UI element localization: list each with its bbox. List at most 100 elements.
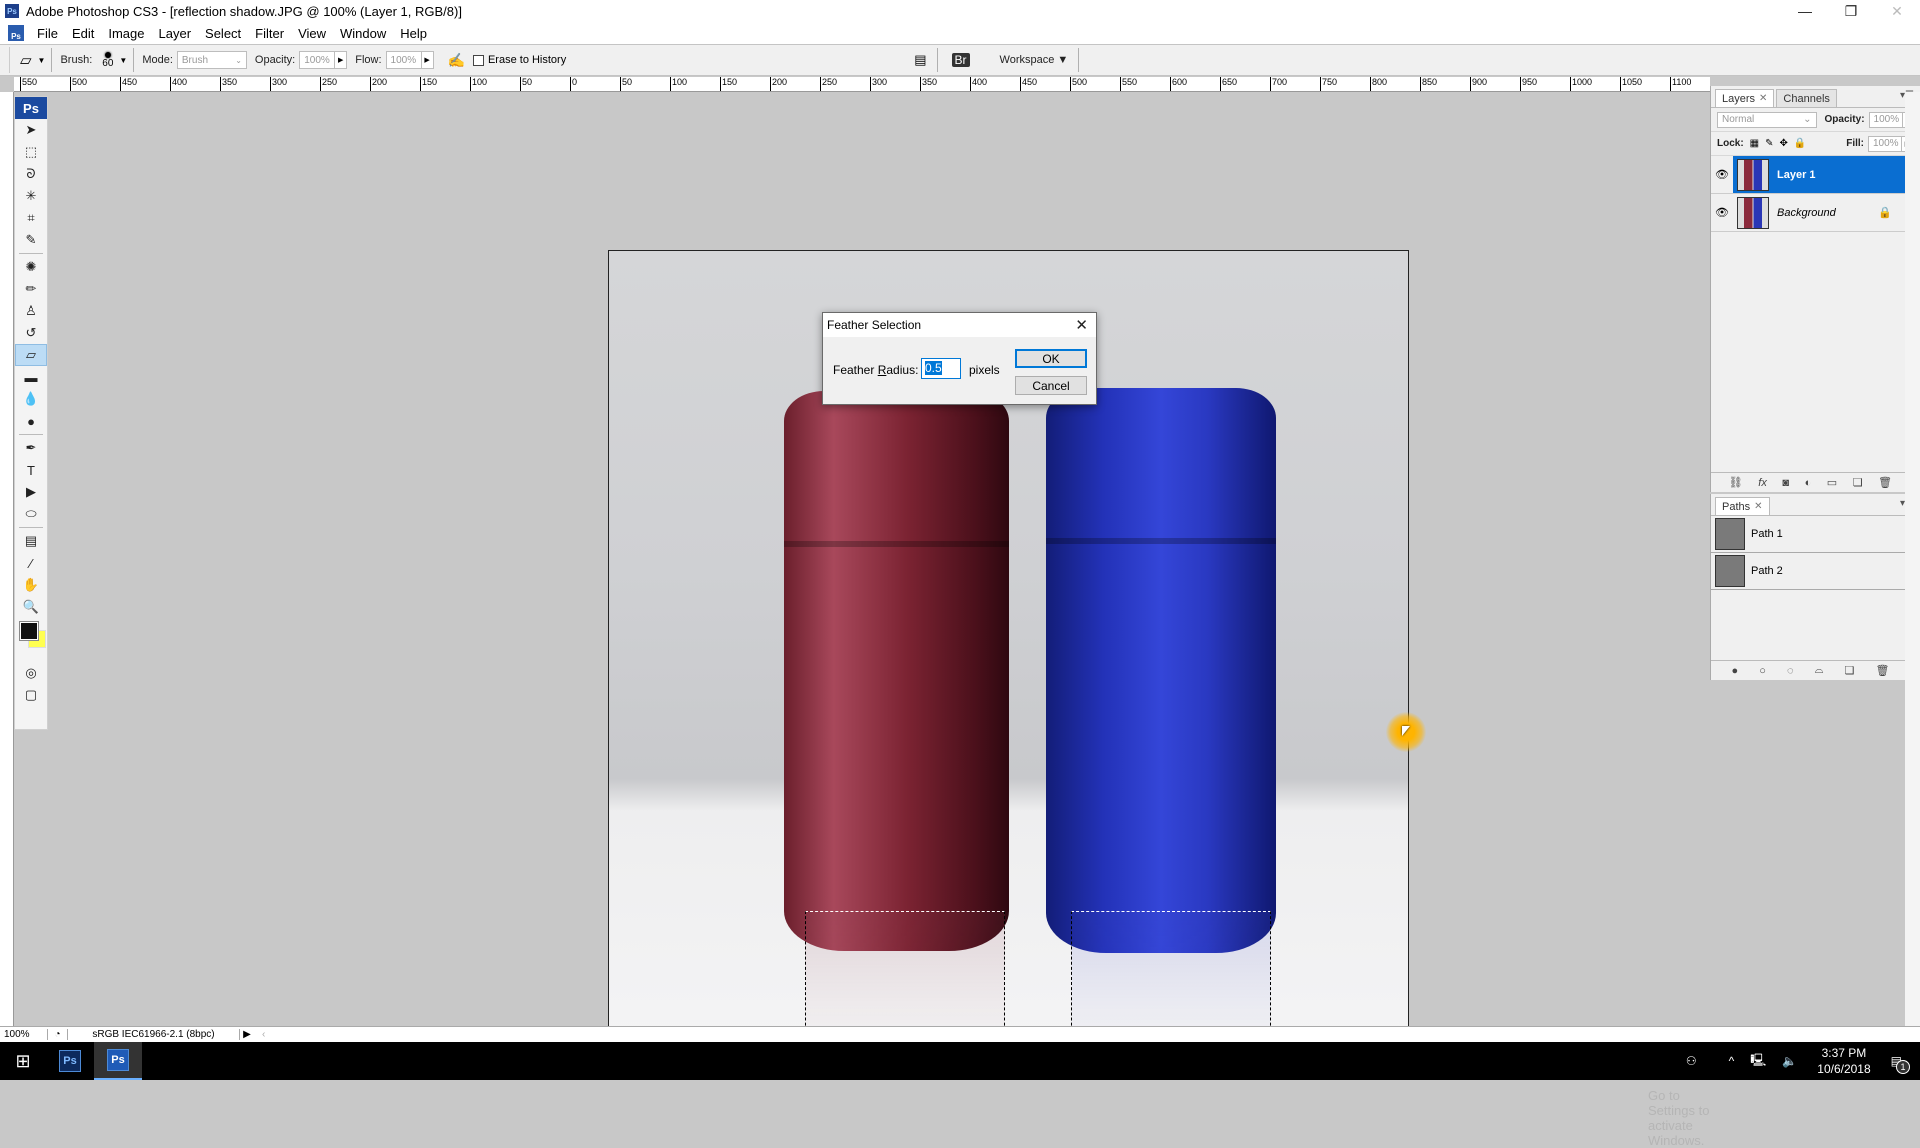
link-icon[interactable]: ⛓	[1729, 476, 1743, 489]
load-selection-icon[interactable]: ◌	[1787, 665, 1794, 677]
windows-start-icon[interactable]: ⊞	[0, 1051, 46, 1072]
layer-content[interactable]: Layer 1	[1733, 156, 1920, 193]
blend-mode-select[interactable]: Normal ⌄	[1717, 111, 1817, 128]
trash-icon[interactable]: 🗑	[1875, 664, 1889, 677]
layer-opacity-input[interactable]: 100%	[1868, 111, 1903, 128]
canvas-area[interactable]: Activate Windows Go to Settings to activ…	[48, 92, 1725, 1148]
minimize-button[interactable]: —	[1782, 0, 1828, 22]
flow-slider-button[interactable]: ▶	[421, 51, 434, 69]
healing-brush-tool-icon[interactable]: ✺	[15, 256, 47, 278]
visibility-eye-icon[interactable]: 👁	[1711, 206, 1733, 219]
palette-well-icon[interactable]: ▤	[914, 52, 926, 68]
workspace-button[interactable]: Workspace ▼	[1000, 54, 1069, 66]
opacity-slider-button[interactable]: ▶	[335, 51, 348, 69]
menu-image[interactable]: Image	[101, 26, 151, 41]
taskbar-photoshop-active[interactable]: Ps	[94, 1042, 142, 1080]
tab-paths[interactable]: Paths ✕	[1715, 497, 1770, 515]
cancel-button[interactable]: Cancel	[1015, 376, 1087, 395]
lock-position-icon[interactable]: ✥	[1780, 138, 1788, 149]
pen-tool-icon[interactable]: ✒	[15, 437, 47, 459]
close-button[interactable]: ✕	[1874, 0, 1920, 22]
action-center-icon[interactable]: ▤ 1	[1891, 1054, 1910, 1074]
menu-window[interactable]: Window	[333, 26, 393, 41]
layer-row-layer-1[interactable]: 👁 Layer 1	[1711, 156, 1920, 194]
slice-tool-icon[interactable]: ✎	[15, 229, 47, 251]
menu-filter[interactable]: Filter	[248, 26, 291, 41]
lock-transparency-icon[interactable]: ▦	[1750, 138, 1759, 149]
new-layer-icon[interactable]: ❏	[1853, 476, 1863, 489]
photoshop-badge[interactable]: Ps	[15, 97, 47, 119]
stroke-path-icon[interactable]: ○	[1759, 665, 1766, 677]
vertical-scrollbar[interactable]	[1905, 92, 1920, 1026]
brush-dropdown-icon[interactable]: ▼	[119, 56, 127, 65]
status-menu-arrow-icon[interactable]: ▶	[240, 1029, 254, 1040]
eyedropper-tool-icon[interactable]: ⁄	[15, 552, 47, 574]
path-row-path-2[interactable]: Path 2	[1711, 553, 1920, 590]
tool-preset-dropdown-icon[interactable]: ▼	[38, 56, 46, 65]
menu-edit[interactable]: Edit	[65, 26, 101, 41]
airbrush-icon[interactable]: ✍	[448, 52, 465, 69]
fx-icon[interactable]: fx	[1758, 477, 1767, 489]
close-tab-icon[interactable]: ✕	[1759, 93, 1767, 104]
fill-input[interactable]: 100%	[1868, 135, 1902, 152]
adjustment-icon[interactable]: ◐	[1805, 477, 1812, 489]
visibility-eye-icon[interactable]: 👁	[1711, 168, 1733, 181]
restore-button[interactable]: ❐	[1828, 0, 1874, 22]
folder-icon[interactable]: ▭	[1827, 476, 1837, 489]
ellipse-tool-icon[interactable]: ⬭	[15, 503, 47, 525]
screen-mode-icon[interactable]: ▢	[15, 684, 47, 706]
path-row-path-1[interactable]: Path 1	[1711, 516, 1920, 553]
history-brush-tool-icon[interactable]: ↺	[15, 322, 47, 344]
horizontal-scroll-left-icon[interactable]: ‹	[262, 1029, 265, 1040]
type-tool-icon[interactable]: T	[15, 459, 47, 481]
marquee-tool-icon[interactable]: ⬚	[15, 141, 47, 163]
network-icon[interactable]: 🖳	[1750, 1051, 1766, 1072]
clone-stamp-tool-icon[interactable]: ♙	[15, 300, 47, 322]
hand-tool-icon[interactable]: ✋	[15, 574, 47, 596]
magic-wand-tool-icon[interactable]: ✳	[15, 185, 47, 207]
lock-pixels-icon[interactable]: ✎	[1765, 138, 1773, 149]
quick-mask-icon[interactable]: ◎	[15, 662, 47, 684]
zoom-tool-icon[interactable]: 🔍	[15, 596, 47, 618]
crop-tool-icon[interactable]: ⌗	[15, 207, 47, 229]
menu-layer[interactable]: Layer	[152, 26, 199, 41]
volume-icon[interactable]: 🔈	[1782, 1054, 1797, 1068]
notes-tool-icon[interactable]: ▤	[15, 530, 47, 552]
eraser-tool-icon[interactable]: ▱	[15, 344, 47, 366]
bridge-icon[interactable]: Br	[951, 53, 970, 67]
chevron-up-icon[interactable]: ^	[1729, 1054, 1735, 1068]
tab-layers[interactable]: Layers ✕	[1715, 89, 1775, 107]
ok-button[interactable]: OK	[1015, 349, 1087, 368]
brush-tool-icon[interactable]: ✏	[15, 278, 47, 300]
mode-select[interactable]: Brush ⌄	[176, 51, 247, 69]
path-selection-tool-icon[interactable]: ▶	[15, 481, 47, 503]
erase-to-history-checkbox[interactable]	[472, 54, 484, 66]
make-path-icon[interactable]: ⌓	[1815, 664, 1824, 677]
menu-file[interactable]: File	[30, 26, 65, 41]
fill-path-icon[interactable]: ●	[1732, 665, 1739, 677]
move-tool-icon[interactable]: ➤	[15, 119, 47, 141]
brush-preset-picker[interactable]: 60	[102, 51, 113, 69]
menu-help[interactable]: Help	[393, 26, 434, 41]
document-icon[interactable]: Ps	[8, 25, 24, 41]
new-path-icon[interactable]: ❏	[1844, 664, 1854, 677]
lock-all-icon[interactable]: 🔒	[1794, 138, 1806, 149]
layer-row-background[interactable]: 👁 Background 🔒	[1711, 194, 1920, 232]
dialog-close-icon[interactable]: ✕	[1075, 316, 1088, 334]
blur-tool-icon[interactable]: 💧	[15, 388, 47, 410]
feather-radius-input[interactable]: 0.5	[921, 358, 961, 379]
menu-view[interactable]: View	[291, 26, 333, 41]
status-info-icon[interactable]: ◔	[48, 1029, 68, 1040]
foreground-color-swatch[interactable]	[20, 622, 38, 640]
opacity-input[interactable]: 100%	[299, 51, 336, 69]
gradient-tool-icon[interactable]: ▬	[15, 366, 47, 388]
trash-icon[interactable]: 🗑	[1878, 476, 1892, 489]
people-icon[interactable]: ⚇	[1686, 1054, 1697, 1068]
tab-channels[interactable]: Channels	[1776, 89, 1837, 107]
menu-select[interactable]: Select	[198, 26, 248, 41]
dodge-tool-icon[interactable]: ●	[15, 410, 47, 432]
zoom-level[interactable]: 100%	[0, 1029, 48, 1040]
eraser-icon[interactable]: ▱	[20, 51, 32, 69]
options-bar-grip[interactable]	[2, 47, 10, 73]
lasso-tool-icon[interactable]: ᘐ	[15, 163, 47, 185]
